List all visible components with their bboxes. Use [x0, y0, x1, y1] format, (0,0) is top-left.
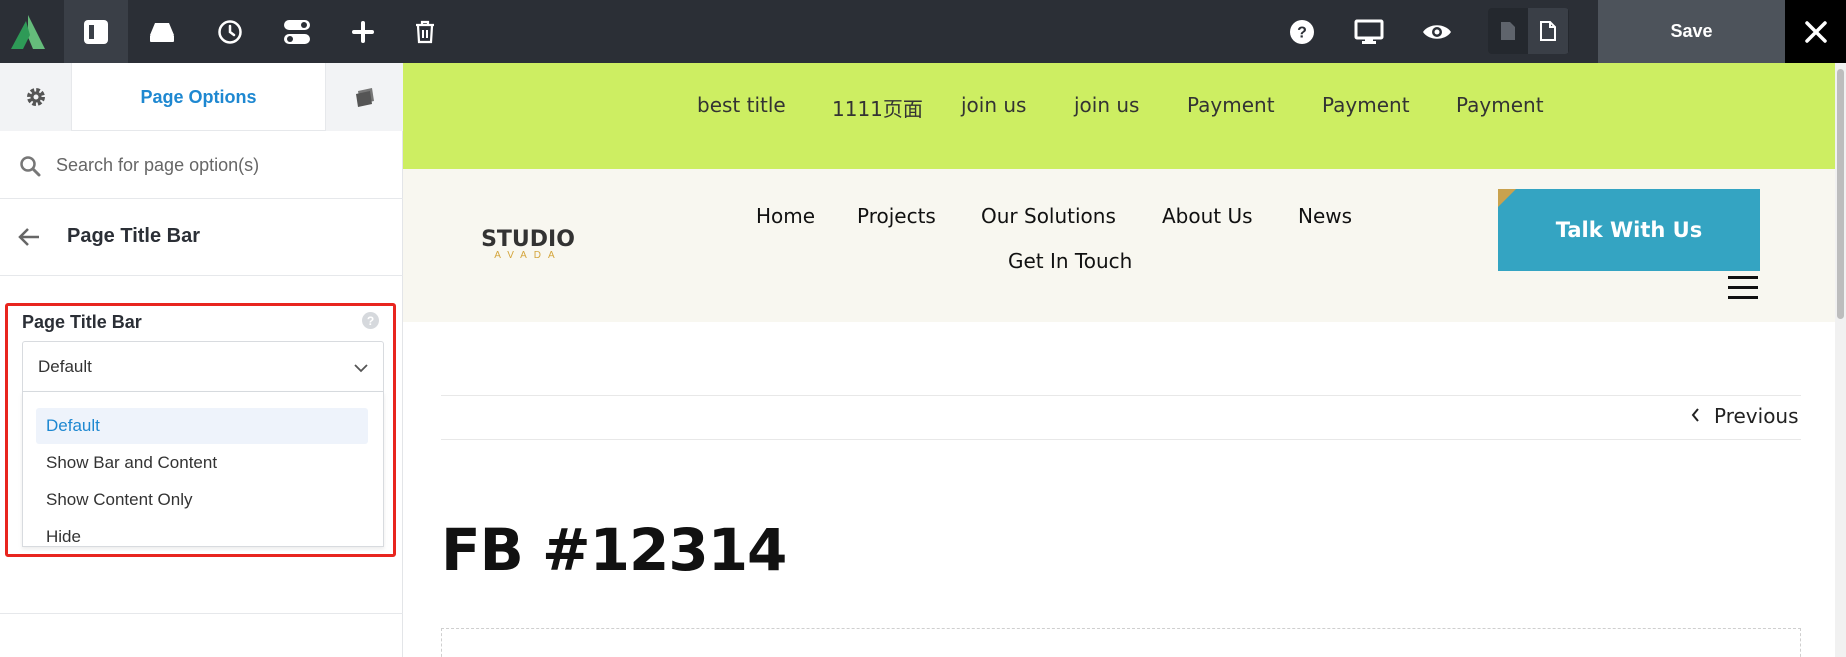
- top-nav-item[interactable]: Payment: [1456, 93, 1544, 117]
- page-off-icon[interactable]: [1488, 8, 1528, 54]
- option-show-bar-and-content[interactable]: Show Bar and Content: [36, 445, 368, 481]
- top-nav-item[interactable]: 1111页面: [832, 93, 923, 122]
- avada-logo-icon[interactable]: [0, 0, 55, 63]
- toggles-icon[interactable]: [265, 0, 329, 63]
- site-logo[interactable]: STUDIO AVADA: [478, 227, 578, 261]
- help-icon[interactable]: ?: [1270, 0, 1334, 63]
- divider: [441, 439, 1801, 440]
- page-title-bar-select[interactable]: Default: [22, 341, 384, 392]
- divider: [0, 613, 403, 614]
- nav-item-get-in-touch[interactable]: Get In Touch: [1008, 249, 1132, 273]
- nav-item-home[interactable]: Home: [756, 204, 815, 228]
- chevron-left-icon: [1691, 407, 1700, 426]
- preview-eye-icon[interactable]: [1405, 0, 1469, 63]
- talk-with-us-button[interactable]: Talk With Us: [1498, 189, 1760, 271]
- content-placeholder: [441, 628, 1801, 657]
- top-nav-item[interactable]: Payment: [1322, 93, 1410, 117]
- page-preview: best title 1111页面 join us join us Paymen…: [403, 63, 1846, 657]
- top-nav-item[interactable]: Payment: [1187, 93, 1275, 117]
- svg-text:?: ?: [1297, 24, 1307, 41]
- desktop-icon[interactable]: [1337, 0, 1401, 63]
- hamburger-menu-icon[interactable]: [1728, 276, 1758, 302]
- tab-page-options[interactable]: Page Options: [72, 63, 325, 131]
- top-nav-item[interactable]: join us: [961, 93, 1026, 117]
- select-value: Default: [38, 357, 92, 376]
- divider: [441, 395, 1801, 396]
- preview-scrollbar[interactable]: [1835, 63, 1846, 657]
- page-on-icon[interactable]: [1528, 8, 1568, 54]
- help-icon[interactable]: ?: [362, 312, 379, 329]
- option-label: Page Title Bar: [22, 312, 142, 332]
- close-icon[interactable]: [1785, 0, 1846, 63]
- section-title: Page Title Bar: [67, 225, 201, 247]
- add-icon[interactable]: [331, 0, 395, 63]
- library-icon[interactable]: [130, 0, 194, 63]
- search-input[interactable]: [56, 149, 386, 181]
- save-button[interactable]: Save: [1598, 0, 1785, 63]
- section-header: Page Title Bar: [0, 199, 403, 276]
- logo-name: STUDIO: [481, 227, 575, 252]
- trash-icon[interactable]: [393, 0, 457, 63]
- previous-label: Previous: [1714, 404, 1799, 428]
- sidebar-tabs: Page Options: [0, 63, 403, 131]
- top-navigation: best title 1111页面 join us join us Paymen…: [403, 63, 1835, 169]
- nav-item-projects[interactable]: Projects: [857, 204, 936, 228]
- history-icon[interactable]: [198, 0, 262, 63]
- previous-link[interactable]: Previous: [1691, 404, 1799, 428]
- search-icon: [19, 155, 41, 182]
- site-header: STUDIO AVADA Home Projects Our Solutions…: [403, 169, 1835, 322]
- gear-icon[interactable]: [0, 63, 72, 131]
- top-nav-item[interactable]: best title: [697, 93, 786, 117]
- option-default[interactable]: Default: [36, 408, 368, 444]
- layout-icon[interactable]: [64, 0, 128, 63]
- nav-item-news[interactable]: News: [1298, 204, 1352, 228]
- chevron-down-icon: [354, 360, 368, 378]
- options-sidebar: Page Options Page Title Bar Page Title B…: [0, 63, 403, 657]
- scrollbar-thumb[interactable]: [1837, 69, 1844, 319]
- back-arrow-icon[interactable]: [18, 227, 40, 252]
- post-title: FB #12314: [441, 516, 787, 584]
- option-show-content-only[interactable]: Show Content Only: [36, 482, 368, 518]
- page-title-bar-option: Page Title Bar ? Default Default Show Ba…: [5, 303, 396, 557]
- top-nav-item[interactable]: join us: [1074, 93, 1139, 117]
- select-dropdown: Default Show Bar and Content Show Conten…: [22, 392, 384, 547]
- cta-corner-accent: [1498, 189, 1516, 207]
- builder-toolbar: ? Save: [0, 0, 1846, 63]
- view-toggle: [1488, 8, 1569, 54]
- option-hide[interactable]: Hide: [36, 519, 368, 555]
- nav-item-about-us[interactable]: About Us: [1162, 204, 1253, 228]
- layers-icon[interactable]: [325, 63, 403, 131]
- nav-item-our-solutions[interactable]: Our Solutions: [981, 204, 1116, 228]
- option-search: [0, 131, 403, 199]
